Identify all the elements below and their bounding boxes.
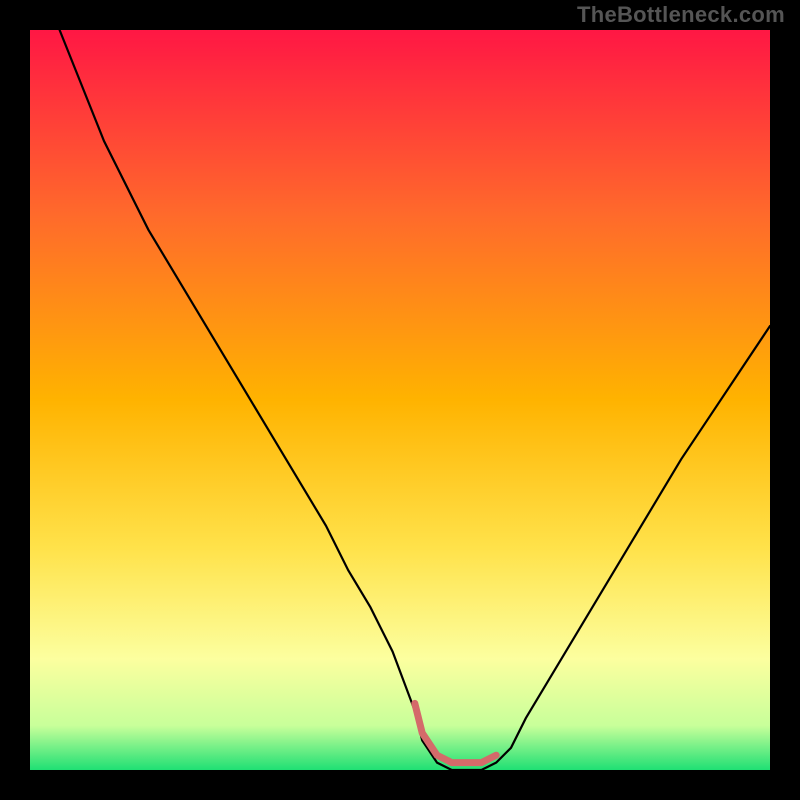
bottleneck-chart — [0, 0, 800, 800]
chart-container: TheBottleneck.com — [0, 0, 800, 800]
plot-background — [30, 30, 770, 770]
watermark-text: TheBottleneck.com — [577, 2, 785, 28]
